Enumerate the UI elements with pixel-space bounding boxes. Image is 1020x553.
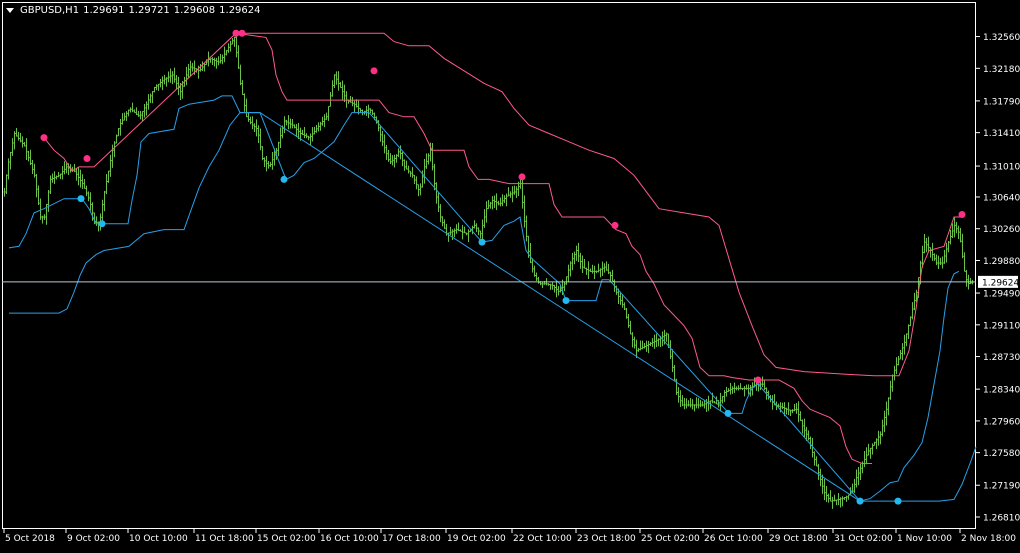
time-tick-label: 11 Oct 18:00 <box>195 534 254 544</box>
time-tick-label: 22 Oct 10:00 <box>513 534 572 544</box>
time-tick-label: 5 Oct 2018 <box>5 534 55 544</box>
time-tick-label: 16 Oct 10:00 <box>320 534 379 544</box>
price-tick-label: 1.27190 <box>983 482 1020 492</box>
price-tick-label: 1.27960 <box>983 417 1020 427</box>
price-tick-label: 1.30260 <box>983 225 1020 235</box>
time-tick-label: 25 Oct 02:00 <box>641 534 700 544</box>
time-tick-label: 9 Oct 02:00 <box>67 534 120 544</box>
upper-signal-dot <box>232 29 240 37</box>
open-value: 1.29691 <box>83 4 125 16</box>
price-tick-label: 1.32560 <box>983 33 1020 43</box>
upper-signal-dot <box>518 173 526 181</box>
time-tick-label: 15 Oct 02:00 <box>257 534 316 544</box>
close-value: 1.29624 <box>219 4 261 16</box>
price-tick-label: 1.28340 <box>983 386 1020 396</box>
price-tick-label: 1.31790 <box>983 97 1020 107</box>
lower-signal-dot <box>894 497 902 505</box>
price-tick-label: 1.29880 <box>983 257 1020 267</box>
lower-signal-dot <box>98 220 106 228</box>
price-tick-label: 1.27580 <box>983 449 1020 459</box>
upper-signal-dot <box>238 29 246 37</box>
price-tick-label: 1.29490 <box>983 290 1020 300</box>
price-tick-label: 1.31410 <box>983 129 1020 139</box>
upper-signal-dot <box>83 155 91 163</box>
lower-signal-dot <box>478 238 486 246</box>
time-tick-label: 17 Oct 18:00 <box>382 534 441 544</box>
time-tick-label: 23 Oct 18:00 <box>577 534 636 544</box>
upper-signal-dot <box>611 221 619 229</box>
price-tick-label: 1.32180 <box>983 65 1020 75</box>
time-tick-label: 31 Oct 02:00 <box>834 534 893 544</box>
price-axis: 1.32560 1.32180 1.31790 1.31410 1.31010 1.306… <box>976 33 1020 523</box>
price-chart[interactable]: 1.32560 1.32180 1.31790 1.31410 1.31010 1.306… <box>0 0 1020 549</box>
price-tick-label: 1.30640 <box>983 193 1020 203</box>
symbol-label: GBPUSD,H1 <box>20 4 80 16</box>
upper-signal-dot <box>958 211 966 219</box>
current-price-label: 1.29624 <box>982 278 1019 288</box>
chart-header: GBPUSD,H1 1.29691 1.29721 1.29608 1.2962… <box>6 3 261 17</box>
time-tick-label: 19 Oct 02:00 <box>447 534 506 544</box>
lower-signal-dot <box>562 297 570 305</box>
time-tick-label: 26 Oct 10:00 <box>704 534 763 544</box>
price-tick-label: 1.29110 <box>983 321 1020 331</box>
time-tick-label: 1 Nov 10:00 <box>897 534 952 544</box>
chart-canvas[interactable]: 1.32560 1.32180 1.31790 1.31410 1.31010 1.306… <box>0 0 1020 549</box>
upper-signal-dot <box>370 67 378 75</box>
price-tick-label: 1.31010 <box>983 163 1020 173</box>
lower-signal-dot <box>856 497 864 505</box>
upper-signal-dot <box>754 376 762 384</box>
upper-signal-dot <box>40 134 48 142</box>
low-value: 1.29608 <box>173 4 216 16</box>
price-tick-label: 1.28730 <box>983 353 1020 363</box>
dropdown-triangle-icon[interactable] <box>6 7 14 13</box>
lower-signal-dot <box>280 175 288 183</box>
lower-signal-dot <box>724 409 732 417</box>
time-tick-label: 2 Nov 18:00 <box>961 534 1016 544</box>
time-tick-label: 10 Oct 10:00 <box>129 534 188 544</box>
high-value: 1.29721 <box>128 4 170 16</box>
lower-signal-dot <box>77 195 85 203</box>
time-tick-label: 29 Oct 18:00 <box>769 534 828 544</box>
price-tick-label: 1.26810 <box>983 513 1020 523</box>
